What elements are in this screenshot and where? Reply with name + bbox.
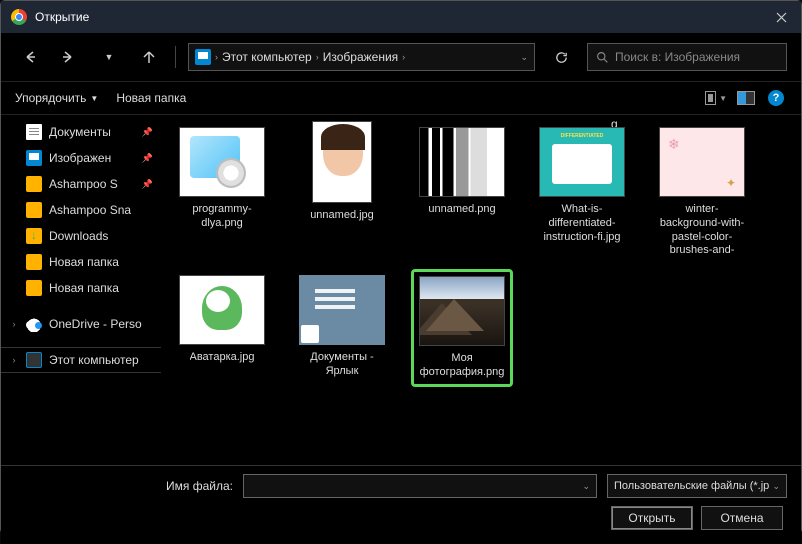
chevron-down-icon: ▼ (90, 94, 98, 103)
sidebar-item[interactable]: Downloads (1, 223, 161, 249)
file-item[interactable]: Документы - Ярлык (291, 269, 393, 387)
nav-bar: ▼ › Этот компьютер › Изображения › ⌄ Пои… (1, 33, 801, 81)
filename: unnamed.png (428, 203, 495, 217)
file-item[interactable]: What-is-differentiated-instruction-fi.jp… (531, 121, 633, 261)
folder-icon (26, 280, 42, 296)
preview-pane-button[interactable] (735, 87, 757, 109)
search-placeholder: Поиск в: Изображения (615, 50, 740, 64)
file-grid[interactable]: g programmy-dlya.pngunnamed.jpgunnamed.p… (161, 115, 801, 465)
chevron-down-icon: ▼ (719, 94, 727, 103)
window-title: Открытие (35, 10, 761, 24)
file-item[interactable]: Аватарка.jpg (171, 269, 273, 387)
footer: Имя файла: ⌄ Пользовательские файлы (*.j… (1, 465, 801, 544)
sidebar-item[interactable]: Документы📌 (1, 119, 161, 145)
img-icon (26, 150, 42, 166)
thumbnail (179, 275, 265, 345)
filename: unnamed.jpg (310, 209, 374, 223)
pin-icon: 📌 (142, 127, 153, 138)
file-item[interactable]: winter-background-with-pastel-color-brus… (651, 121, 753, 261)
close-button[interactable] (761, 1, 801, 33)
sidebar-item[interactable]: Ashampoo S📌 (1, 171, 161, 197)
view-mode-button[interactable]: ▼ (705, 87, 727, 109)
sidebar-item[interactable]: Изображен📌 (1, 145, 161, 171)
nav-separator (175, 46, 176, 68)
preview-icon (737, 91, 755, 105)
sidebar-item[interactable]: Ashampoo Sna (1, 197, 161, 223)
breadcrumb-current[interactable]: Изображения (323, 50, 398, 64)
filename-input[interactable]: ⌄ (243, 474, 597, 498)
open-button[interactable]: Открыть (611, 506, 693, 530)
chevron-right-icon: › (215, 52, 218, 62)
chevron-right-icon: › (402, 52, 405, 62)
folder-icon (26, 202, 42, 218)
filename-label: Имя файла: (15, 479, 233, 493)
thumbnail (659, 127, 745, 197)
expand-icon[interactable]: › (9, 319, 19, 329)
filename: winter-background-with-pastel-color-brus… (657, 203, 747, 255)
cloud-icon (26, 316, 42, 332)
sidebar-item[interactable]: Новая папка (1, 249, 161, 275)
breadcrumb-root[interactable]: Этот компьютер (222, 50, 312, 64)
breadcrumb[interactable]: › Этот компьютер › Изображения › ⌄ (188, 43, 535, 71)
file-item[interactable]: programmy-dlya.png (171, 121, 273, 261)
filename: programmy-dlya.png (177, 203, 267, 231)
titlebar: Открытие (1, 1, 801, 33)
thumbnail (419, 127, 505, 197)
sidebar-item[interactable]: Новая папка (1, 275, 161, 301)
chevron-down-icon[interactable]: ⌄ (582, 481, 590, 492)
help-button[interactable]: ? (765, 87, 787, 109)
recent-dropdown[interactable]: ▼ (95, 43, 123, 71)
pc-icon (26, 352, 42, 368)
filename: Моя фотография.png (418, 352, 506, 380)
chevron-right-icon: › (316, 52, 319, 62)
filename: What-is-differentiated-instruction-fi.jp… (537, 203, 627, 244)
folder-icon (26, 254, 42, 270)
folder-icon (26, 176, 42, 192)
forward-button[interactable] (55, 43, 83, 71)
thumbnail (312, 121, 372, 203)
refresh-button[interactable] (547, 43, 575, 71)
back-button[interactable] (15, 43, 43, 71)
toolbar: Упорядочить▼ Новая папка ▼ ? (1, 81, 801, 115)
filetype-filter[interactable]: Пользовательские файлы (*.jp⌄ (607, 474, 787, 498)
organize-button[interactable]: Упорядочить▼ (15, 91, 98, 105)
file-item[interactable]: Моя фотография.png (411, 269, 513, 387)
pin-icon: 📌 (142, 179, 153, 190)
pin-icon: 📌 (142, 153, 153, 164)
sidebar: Документы📌Изображен📌Ashampoo S📌Ashampoo … (1, 115, 161, 465)
thumbnail (179, 127, 265, 197)
sidebar-item-onedrive[interactable]: ›OneDrive - Perso (1, 311, 161, 337)
search-input[interactable]: Поиск в: Изображения (587, 43, 787, 71)
thumbnail (539, 127, 625, 197)
up-button[interactable] (135, 43, 163, 71)
pc-icon (195, 49, 211, 65)
filename: Документы - Ярлык (297, 351, 387, 379)
expand-icon[interactable]: › (9, 355, 19, 365)
chevron-down-icon[interactable]: ⌄ (520, 52, 528, 63)
file-item[interactable]: unnamed.png (411, 121, 513, 261)
help-icon: ? (768, 90, 784, 106)
new-folder-button[interactable]: Новая папка (116, 91, 186, 105)
filename: Аватарка.jpg (190, 351, 255, 365)
view-icon (705, 91, 716, 105)
thumbnail (299, 275, 385, 345)
doc-icon (26, 124, 42, 140)
sidebar-item-thispc[interactable]: ›Этот компьютер (1, 347, 161, 373)
chrome-icon (11, 9, 27, 25)
dl-icon (26, 228, 42, 244)
file-item[interactable]: unnamed.jpg (291, 121, 393, 261)
thumbnail (419, 276, 505, 346)
chevron-down-icon[interactable]: ⌄ (772, 481, 780, 492)
cancel-button[interactable]: Отмена (701, 506, 783, 530)
search-icon (596, 51, 609, 64)
